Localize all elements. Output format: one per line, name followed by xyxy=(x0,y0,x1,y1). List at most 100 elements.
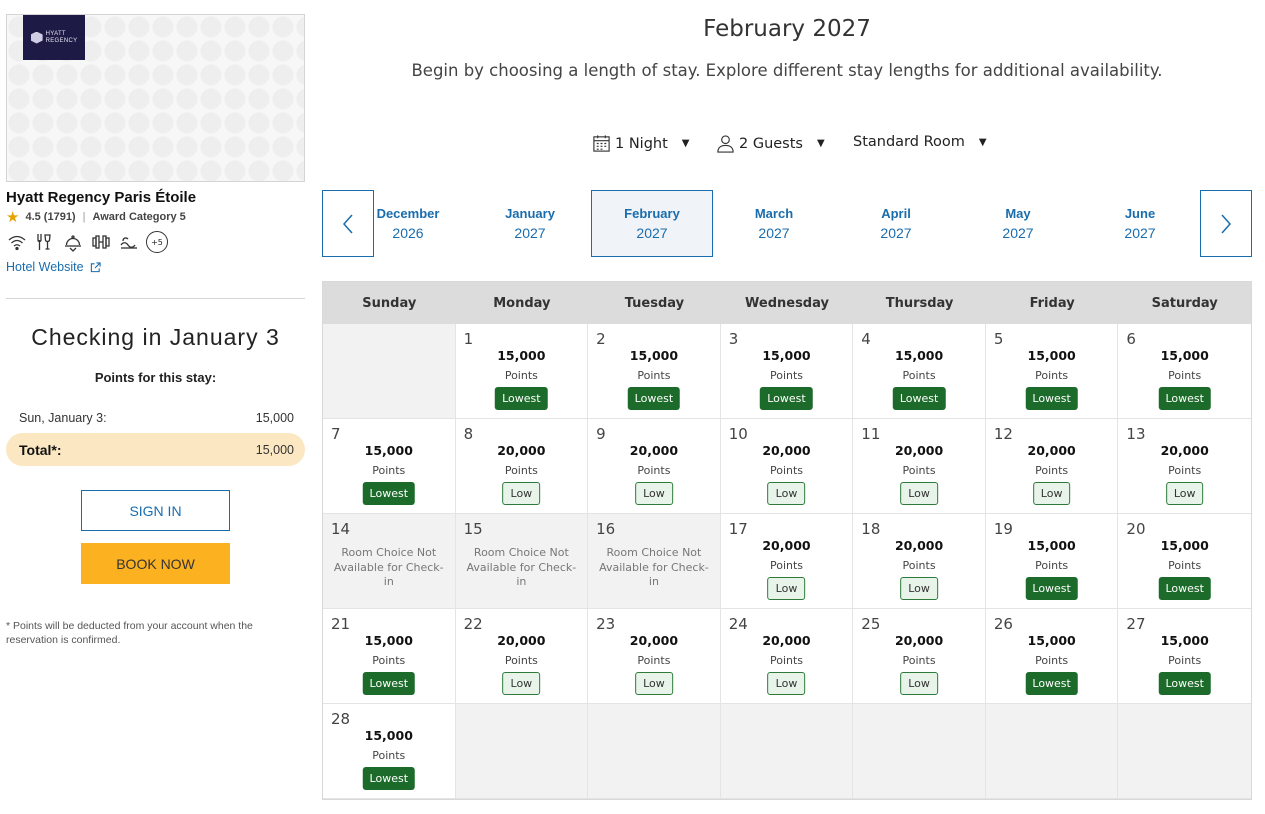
lowest-rate-badge: Lowest xyxy=(1025,672,1078,695)
total-label: Total*: xyxy=(19,441,62,458)
calendar-empty-cell xyxy=(588,704,721,799)
hotel-website-label: Hotel Website xyxy=(6,260,84,274)
month-navigation: December 2026 January 2027 February 2027 March… xyxy=(322,190,1252,257)
lowest-rate-badge: Lowest xyxy=(495,387,548,410)
month-tab-march[interactable]: March 2027 xyxy=(713,190,835,257)
month-tab-february[interactable]: February 2027 xyxy=(591,190,713,257)
lowest-rate-badge: Lowest xyxy=(1158,672,1211,695)
low-rate-badge: Low xyxy=(635,482,673,505)
day-number: 12 xyxy=(993,425,1013,443)
points-unit-label: Points xyxy=(372,749,406,762)
day-points: 20,000 xyxy=(629,633,679,648)
day-number: 6 xyxy=(1126,330,1136,348)
calendar-day-cell[interactable]: 27 15,000 Points Lowest xyxy=(1118,609,1251,704)
calendar-day-cell[interactable]: 10 20,000 Points Low xyxy=(720,419,854,514)
line-item-points: 15,000 xyxy=(255,411,294,425)
day-number: 17 xyxy=(728,520,748,538)
month-tab-june[interactable]: June 2027 xyxy=(1079,190,1201,257)
calendar-day-cell[interactable]: 2 15,000 Points Lowest xyxy=(588,324,721,419)
calendar-day-unavailable: 14 Room Choice Not Available for Check-in xyxy=(323,514,456,609)
day-number: 15 xyxy=(463,520,483,538)
day-points: 15,000 xyxy=(1027,538,1076,553)
month-tab-name: December xyxy=(376,206,440,221)
calendar-day-cell[interactable]: 17 20,000 Points Low xyxy=(720,514,854,609)
availability-calendar: Sunday Monday Tuesday Wednesday Thursday Frid… xyxy=(322,281,1252,800)
day-points: 20,000 xyxy=(497,443,546,458)
room-service-icon xyxy=(62,231,84,253)
book-now-button[interactable]: BOOK NOW xyxy=(81,543,230,584)
weekday-monday: Monday xyxy=(493,295,551,311)
rating-row: ★ 4.5 (1791) | Award Category 5 xyxy=(6,210,305,225)
points-unit-label: Points xyxy=(1168,654,1202,667)
month-tab-may[interactable]: May 2027 xyxy=(957,190,1079,257)
restaurant-bar-icon xyxy=(34,231,56,253)
low-rate-badge: Low xyxy=(502,672,541,695)
calendar-day-cell[interactable]: 22 20,000 Points Low xyxy=(455,609,589,704)
day-points: 15,000 xyxy=(1027,348,1076,363)
calendar-day-cell[interactable]: 19 15,000 Points Lowest xyxy=(985,514,1119,609)
calendar-day-cell[interactable]: 12 20,000 Points Low xyxy=(985,419,1119,514)
unavailable-message: Room Choice Not Available for Check-in xyxy=(333,546,444,588)
lowest-rate-badge: Lowest xyxy=(362,672,416,695)
calendar-day-cell[interactable]: 5 15,000 Points Lowest xyxy=(985,324,1119,419)
day-points: 20,000 xyxy=(762,538,811,553)
calendar-day-cell[interactable]: 23 20,000 Points Low xyxy=(588,609,721,704)
calendar-day-cell[interactable]: 6 15,000 Points Lowest xyxy=(1118,324,1251,419)
calendar-day-cell[interactable]: 20 15,000 Points Lowest xyxy=(1118,514,1251,609)
calendar-day-cell[interactable]: 3 15,000 Points Lowest xyxy=(720,324,854,419)
calendar-day-cell[interactable]: 21 15,000 Points Lowest xyxy=(323,609,456,704)
day-number: 23 xyxy=(596,615,616,633)
month-tab-name: March xyxy=(754,206,794,221)
hotel-website-link[interactable]: Hotel Website xyxy=(6,260,101,274)
points-unit-label: Points xyxy=(504,369,538,382)
calendar-day-cell[interactable]: 26 15,000 Points Lowest xyxy=(985,609,1119,704)
month-tab-name: April xyxy=(881,206,911,221)
calendar-day-cell[interactable]: 25 20,000 Points Low xyxy=(853,609,986,704)
stay-line-item: Sun, January 3: 15,000 xyxy=(6,411,305,425)
month-tab-december[interactable]: December 2026 xyxy=(347,190,469,257)
calendar-day-cell[interactable]: 18 20,000 Points Low xyxy=(853,514,986,609)
sign-in-button[interactable]: SIGN IN xyxy=(81,490,230,531)
rating-separator: | xyxy=(82,211,86,223)
guests-dropdown[interactable]: 2 Guests ▼ xyxy=(716,134,825,153)
points-unit-label: Points xyxy=(372,464,406,477)
checking-in-title: Checking in January 3 xyxy=(31,324,280,350)
day-points: 20,000 xyxy=(894,538,944,553)
calendar-day-cell[interactable]: 13 20,000 Points Low xyxy=(1118,419,1251,514)
calendar-day-cell[interactable]: 7 15,000 Points Lowest xyxy=(323,419,456,514)
day-number: 14 xyxy=(331,520,351,538)
month-tab-january[interactable]: January 2027 xyxy=(469,190,591,257)
points-unit-label: Points xyxy=(902,654,936,667)
calendar-day-cell[interactable]: 9 20,000 Points Low xyxy=(588,419,721,514)
calendar-day-cell[interactable]: 4 15,000 Points Lowest xyxy=(853,324,986,419)
calendar-empty-cell xyxy=(455,704,589,799)
points-unit-label: Points xyxy=(637,464,671,477)
chevron-right-icon xyxy=(1221,214,1232,233)
low-rate-badge: Low xyxy=(502,482,541,505)
room-type-dropdown[interactable]: Standard Room ▼ xyxy=(853,134,987,150)
calendar-grid: 1 15,000 Points Lowest 2 15,000 Points Lowest 3 1… xyxy=(323,324,1251,799)
calendar-day-cell[interactable]: 24 20,000 Points Low xyxy=(720,609,854,704)
nights-dropdown[interactable]: 1 Night ▼ xyxy=(592,134,690,153)
lowest-rate-badge: Lowest xyxy=(1158,577,1211,600)
day-points: 15,000 xyxy=(1027,633,1076,648)
total-value: 15,000 xyxy=(255,442,294,457)
day-points: 15,000 xyxy=(364,443,413,458)
month-tab-april[interactable]: April 2027 xyxy=(835,190,957,257)
day-points: 15,000 xyxy=(364,728,413,743)
day-points: 20,000 xyxy=(894,443,944,458)
lowest-rate-badge: Lowest xyxy=(1025,577,1078,600)
more-amenities-button[interactable]: +5 xyxy=(146,231,168,253)
calendar-day-cell[interactable]: 11 20,000 Points Low xyxy=(853,419,986,514)
points-unit-label: Points xyxy=(902,369,936,382)
calendar-day-cell[interactable]: 1 15,000 Points Lowest xyxy=(455,324,589,419)
lowest-rate-badge: Lowest xyxy=(627,387,681,410)
low-rate-badge: Low xyxy=(767,577,806,600)
calendar-day-cell[interactable]: 8 20,000 Points Low xyxy=(455,419,589,514)
lowest-rate-badge: Lowest xyxy=(760,387,813,410)
points-unit-label: Points xyxy=(1168,464,1202,477)
calendar-day-cell[interactable]: 28 15,000 Points Lowest xyxy=(323,704,456,799)
hotel-name: Hyatt Regency Paris Étoile xyxy=(6,189,197,206)
next-month-button[interactable] xyxy=(1200,190,1252,257)
day-number: 28 xyxy=(331,710,351,728)
